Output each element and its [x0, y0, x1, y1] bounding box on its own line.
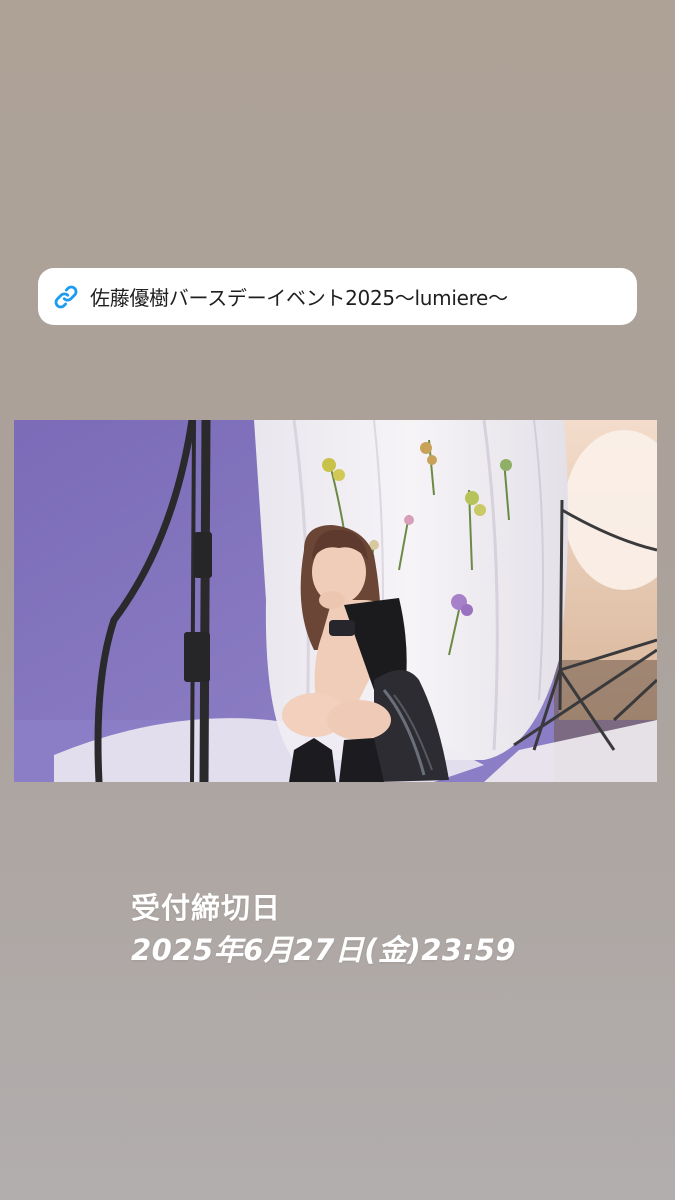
link-sticker[interactable]: 佐藤優樹バースデーイベント2025〜lumiere〜: [38, 268, 637, 325]
deadline-date: 2025年6月27日(金)23:59: [131, 933, 517, 967]
event-photo: [14, 420, 657, 782]
link-icon: [54, 285, 78, 308]
link-text: 佐藤優樹バースデーイベント2025〜lumiere〜: [90, 286, 508, 310]
deadline-label: 受付締切日: [131, 891, 282, 925]
deadline-block: 受付締切日 2025年6月27日(金)23:59: [131, 888, 516, 972]
